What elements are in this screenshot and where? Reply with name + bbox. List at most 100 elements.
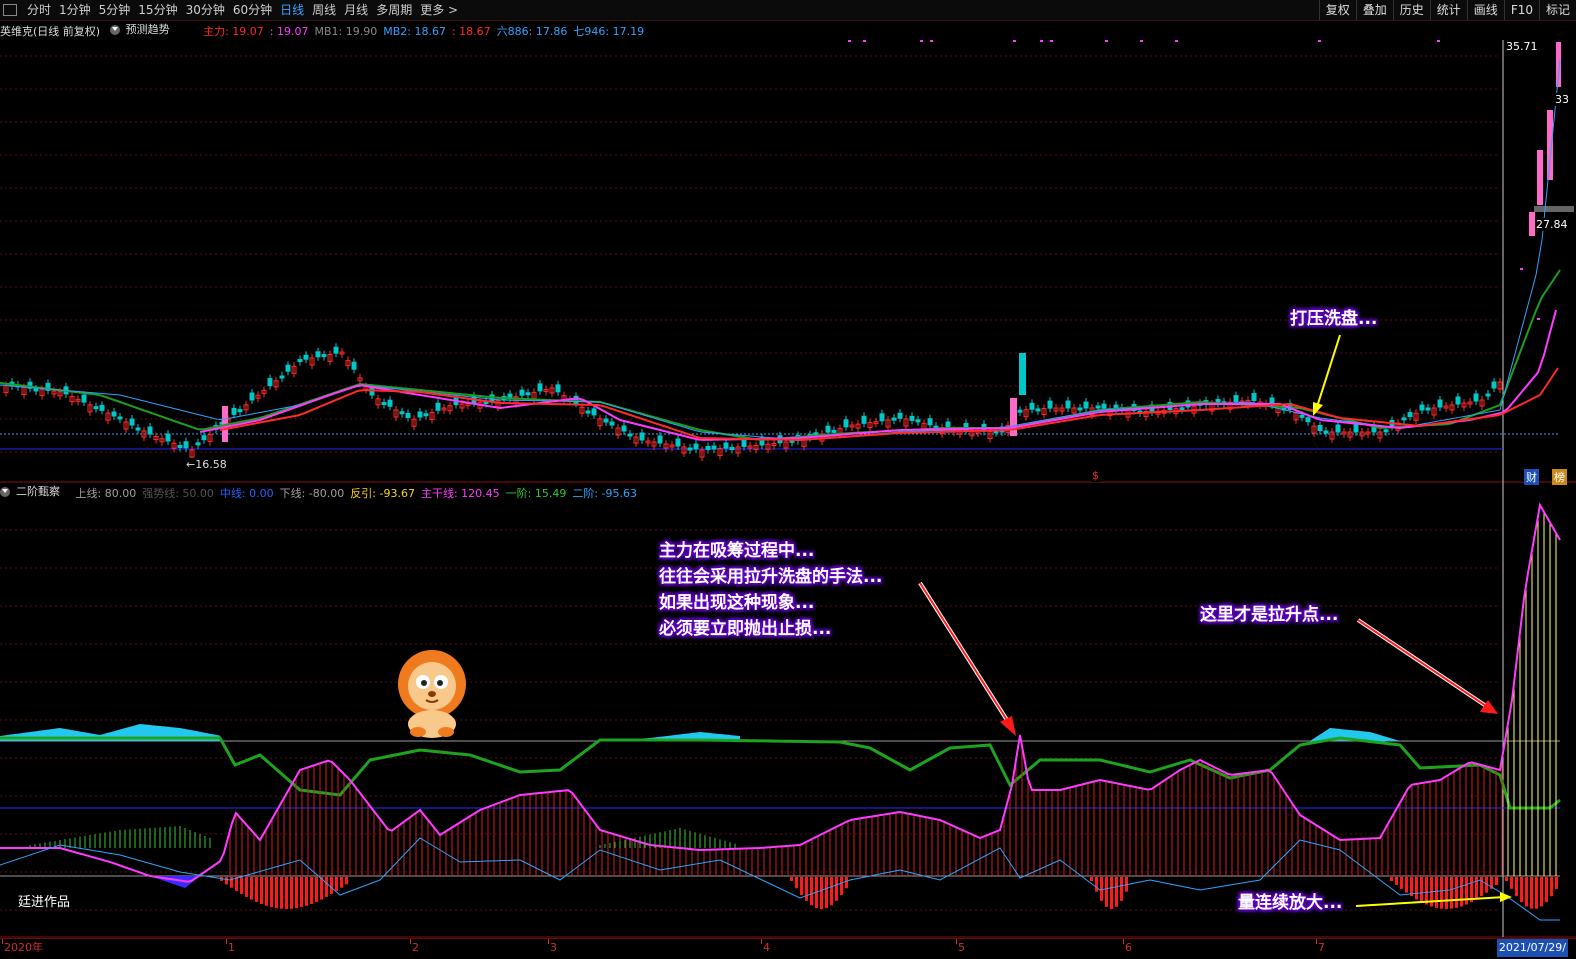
time-tick-mark — [1316, 939, 1317, 944]
chart-canvas[interactable] — [0, 0, 1576, 938]
candle-body — [1491, 381, 1497, 389]
annotation-line: 往往会采用拉升洗盘的手法... — [659, 567, 883, 587]
candle-body — [897, 412, 903, 419]
dollar-marker[interactable]: $ — [1092, 469, 1099, 482]
volume-bar — [790, 877, 793, 881]
candle-body — [657, 435, 663, 444]
signal-dot — [1140, 40, 1143, 42]
candle-body — [1401, 417, 1407, 421]
candle-body — [1335, 424, 1341, 433]
candle-body — [1233, 395, 1239, 403]
candle-body — [333, 346, 339, 354]
candle-body — [399, 411, 405, 415]
candle-body — [621, 425, 627, 432]
volume-bar — [280, 877, 283, 909]
volume-bar — [820, 877, 823, 909]
candle-body — [627, 433, 633, 437]
volume-bar — [290, 877, 293, 909]
volume-bar — [1415, 877, 1418, 900]
volume-bar — [275, 877, 278, 909]
candle-body — [369, 387, 375, 396]
volume-bar — [315, 877, 318, 902]
bang-badge[interactable]: 榜 — [1552, 469, 1567, 485]
volume-bar — [345, 877, 348, 885]
volume-bar — [1530, 877, 1533, 909]
author-label: 廷进作品 — [18, 895, 71, 910]
time-tick-mark — [2, 939, 3, 944]
volume-bar — [805, 877, 808, 901]
time-axis: 2020年 1 2 3 4 5 6 7 2021/07/29/ — [0, 938, 1576, 959]
candle-body — [99, 404, 105, 411]
candle-body — [351, 361, 357, 370]
candle-body — [195, 442, 201, 446]
time-tick-mark — [548, 939, 549, 944]
candle-body — [1383, 429, 1389, 433]
candle-body — [1095, 405, 1101, 409]
volume-bar — [810, 877, 813, 906]
annotation-arrow — [1357, 619, 1493, 711]
strong-trend-line — [0, 736, 1561, 810]
volume-bar — [240, 877, 243, 895]
candle-body — [1473, 393, 1479, 402]
annotation-arrowhead — [1000, 716, 1016, 736]
candle-body — [321, 354, 327, 358]
signal-dot — [1175, 40, 1178, 42]
volume-bar — [235, 877, 238, 891]
signal-dot — [1050, 40, 1053, 42]
volume-bar — [1505, 877, 1508, 881]
volume-bar — [1090, 877, 1093, 881]
volume-bar — [285, 877, 288, 909]
price-33-label: 33 — [1555, 93, 1569, 106]
candle-body — [519, 389, 525, 396]
candle-body — [843, 419, 849, 428]
candle-body — [1019, 353, 1026, 395]
annotation-suppress-wash: 打压洗盘... — [1290, 309, 1378, 329]
candle-body — [297, 359, 303, 363]
candle-body — [1077, 407, 1083, 411]
candle-body — [825, 425, 831, 433]
volume-bar — [1465, 877, 1468, 905]
volume-bar — [1395, 877, 1398, 885]
time-tick-mark — [226, 939, 227, 944]
price-27-label: 27.84 — [1536, 218, 1568, 231]
volume-bar — [325, 877, 328, 897]
volume-bar — [310, 877, 313, 905]
candle-body — [135, 427, 141, 431]
volume-bar — [330, 877, 333, 895]
volume-bar — [225, 877, 228, 885]
volume-bar — [300, 877, 303, 908]
candle-body — [525, 392, 531, 396]
volume-bar — [845, 877, 848, 889]
candle-body — [129, 418, 135, 426]
volume-bar — [1460, 877, 1463, 907]
volume-bar — [260, 877, 263, 905]
candle-body — [729, 447, 735, 450]
volume-bar — [270, 877, 273, 908]
candle-body — [927, 418, 933, 426]
candle-body — [705, 446, 711, 450]
candle-body — [1179, 407, 1185, 411]
volume-bar — [265, 877, 268, 906]
time-tick-mark — [1123, 939, 1124, 944]
candle-body — [1083, 401, 1089, 409]
candle-body — [1101, 403, 1107, 409]
candle-body — [861, 415, 867, 424]
candle-body — [1407, 412, 1413, 418]
candle-body — [267, 378, 273, 387]
annotation-arrowhead — [1500, 892, 1512, 902]
candle-body — [183, 441, 189, 449]
candle-body — [591, 408, 597, 416]
cai-badge[interactable]: 财 — [1524, 469, 1539, 485]
candle-body — [111, 411, 117, 417]
volume-bar — [1445, 877, 1448, 909]
candle-body — [1547, 110, 1553, 180]
volume-bar — [1100, 877, 1103, 901]
candle-body — [1425, 407, 1431, 411]
volume-bar — [340, 877, 343, 888]
candle-body — [201, 435, 207, 441]
candle-body — [1305, 417, 1311, 423]
time-tick: 4 — [763, 941, 770, 954]
volume-bar — [250, 877, 253, 900]
candle-body — [417, 411, 423, 418]
signal-dot — [920, 40, 923, 42]
